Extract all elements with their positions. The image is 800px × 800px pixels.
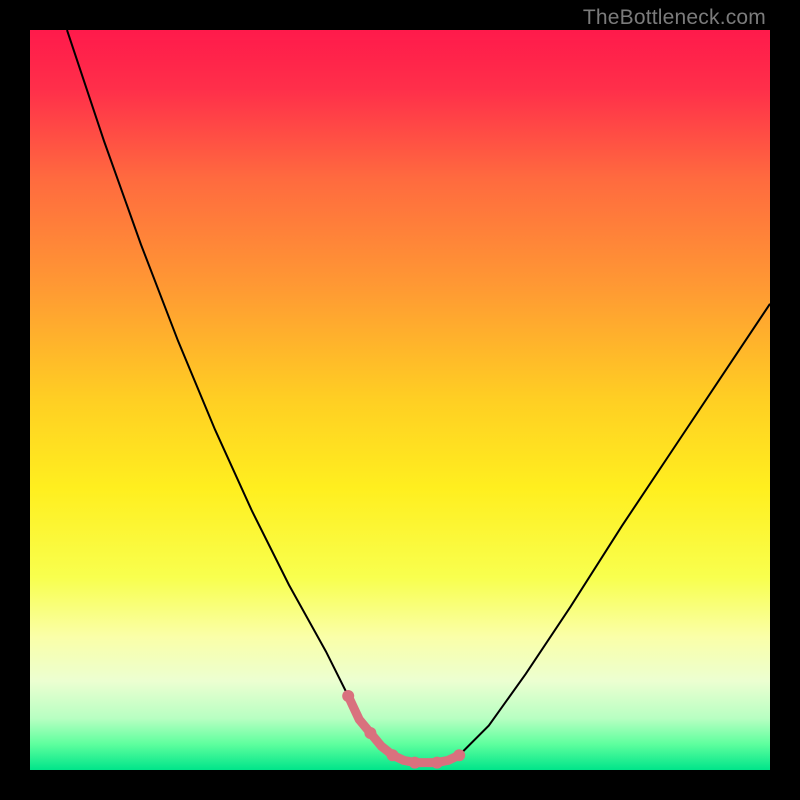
watermark-text: TheBottleneck.com — [583, 6, 766, 30]
highlight-dot — [342, 690, 354, 702]
series-bottom-highlight — [348, 696, 459, 763]
highlight-dot — [453, 749, 465, 761]
highlight-dot — [387, 749, 399, 761]
chart-frame: TheBottleneck.com — [0, 0, 800, 800]
series-bottleneck-curve — [67, 30, 770, 763]
plot-area — [30, 30, 770, 770]
curve-layer — [30, 30, 770, 770]
highlight-dot — [364, 727, 376, 739]
highlight-dot — [409, 757, 421, 769]
highlight-dot — [431, 757, 443, 769]
